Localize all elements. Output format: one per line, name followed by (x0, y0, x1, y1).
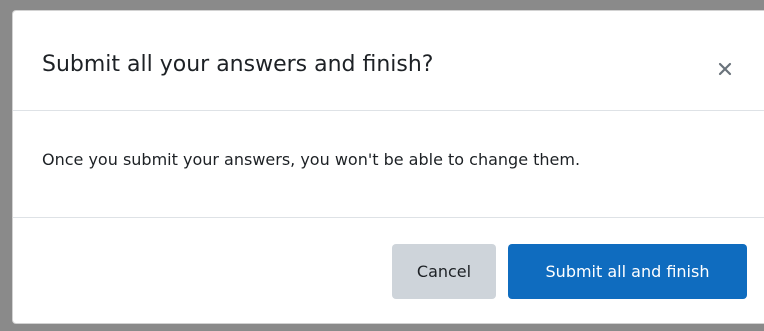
submit-all-and-finish-button[interactable]: Submit all and finish (508, 244, 747, 299)
dialog-title: Submit all your answers and finish? (42, 52, 434, 77)
close-icon (718, 62, 732, 76)
close-button[interactable] (711, 55, 739, 83)
dialog-body: Once you submit your answers, you won't … (13, 111, 764, 218)
dialog-footer: Cancel Submit all and finish (13, 218, 764, 323)
dialog-message: Once you submit your answers, you won't … (42, 150, 581, 169)
confirm-submit-dialog: Submit all your answers and finish? Once… (12, 10, 764, 324)
cancel-button[interactable]: Cancel (392, 244, 496, 299)
dialog-header: Submit all your answers and finish? (13, 11, 764, 111)
